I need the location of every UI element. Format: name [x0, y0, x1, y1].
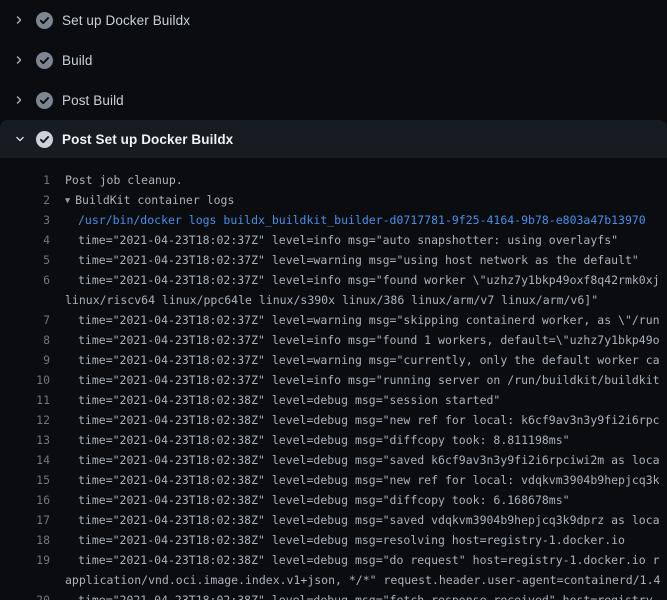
log-text: time="2021-04-23T18:02:37Z" level=warnin…	[78, 353, 660, 367]
log-text: time="2021-04-23T18:02:38Z" level=debug …	[78, 593, 660, 600]
check-circle-icon	[36, 131, 62, 148]
chevron-right-icon	[14, 54, 36, 66]
line-number	[0, 570, 50, 590]
log-text: time="2021-04-23T18:02:38Z" level=debug …	[78, 433, 570, 447]
log-command-text: /usr/bin/docker logs buildx_buildkit_bui…	[78, 213, 646, 227]
chevron-down-icon	[14, 134, 36, 144]
step-post-build[interactable]: Post Build	[0, 80, 667, 120]
line-number[interactable]: 6	[0, 270, 50, 290]
log-row: 8 time="2021-04-23T18:02:37Z" level=info …	[0, 330, 667, 350]
line-number[interactable]: 8	[0, 330, 50, 350]
log-text: application/vnd.oci.image.index.v1+json,…	[65, 573, 660, 587]
line-number[interactable]: 1	[0, 170, 50, 190]
log-row-continuation: linux/riscv64 linux/ppc64le linux/s390x …	[0, 290, 667, 310]
log-text: BuildKit container logs	[75, 193, 234, 207]
line-number[interactable]: 2	[0, 190, 50, 210]
log-text: time="2021-04-23T18:02:37Z" level=info m…	[78, 333, 660, 347]
line-number[interactable]: 20	[0, 590, 50, 600]
log-text: time="2021-04-23T18:02:38Z" level=debug …	[78, 413, 660, 427]
log-text: time="2021-04-23T18:02:38Z" level=debug …	[78, 493, 570, 507]
log-row: 3/usr/bin/docker logs buildx_buildkit_bu…	[0, 210, 667, 230]
step-label: Build	[62, 53, 93, 68]
log-row: 7 time="2021-04-23T18:02:37Z" level=warni…	[0, 310, 667, 330]
actions-log-viewer: Set up Docker Buildx Build Post Build Po…	[0, 0, 667, 600]
log-text: time="2021-04-23T18:02:37Z" level=info m…	[78, 373, 660, 387]
log-text: time="2021-04-23T18:02:38Z" level=debug …	[78, 453, 660, 467]
log-text: linux/riscv64 linux/ppc64le linux/s390x …	[65, 293, 598, 307]
log-text: time="2021-04-23T18:02:37Z" level=info m…	[78, 273, 660, 287]
step-label: Post Build	[62, 93, 124, 108]
step-label: Set up Docker Buildx	[62, 13, 190, 28]
log-row-continuation: application/vnd.oci.image.index.v1+json,…	[0, 570, 667, 590]
triangle-down-icon: ▼	[65, 191, 70, 210]
log-area: 1 Post job cleanup. 2 ▼ BuildKit container l…	[0, 158, 667, 600]
log-row: 14 time="2021-04-23T18:02:38Z" level=debu…	[0, 450, 667, 470]
log-row: 15 time="2021-04-23T18:02:38Z" level=debu…	[0, 470, 667, 490]
line-number[interactable]: 3	[0, 210, 50, 230]
log-row: 11 time="2021-04-23T18:02:38Z" level=debu…	[0, 390, 667, 410]
log-text: time="2021-04-23T18:02:37Z" level=warnin…	[78, 313, 660, 327]
line-number[interactable]: 11	[0, 390, 50, 410]
line-number[interactable]: 13	[0, 430, 50, 450]
line-number[interactable]: 4	[0, 230, 50, 250]
log-row: 13 time="2021-04-23T18:02:38Z" level=debu…	[0, 430, 667, 450]
log-row: 5 time="2021-04-23T18:02:37Z" level=warni…	[0, 250, 667, 270]
log-text: time="2021-04-23T18:02:37Z" level=info m…	[78, 233, 618, 247]
log-row: 17 time="2021-04-23T18:02:38Z" level=debu…	[0, 510, 667, 530]
line-number[interactable]: 17	[0, 510, 50, 530]
check-circle-icon	[36, 92, 62, 109]
step-set-up-docker-buildx[interactable]: Set up Docker Buildx	[0, 0, 667, 40]
log-text: time="2021-04-23T18:02:38Z" level=debug …	[78, 513, 660, 527]
log-text: time="2021-04-23T18:02:38Z" level=debug …	[78, 393, 500, 407]
log-text: time="2021-04-23T18:02:37Z" level=warnin…	[78, 253, 639, 267]
line-number	[0, 290, 50, 310]
log-row: 4 time="2021-04-23T18:02:37Z" level=info …	[0, 230, 667, 250]
check-circle-icon	[36, 52, 62, 69]
line-number[interactable]: 15	[0, 470, 50, 490]
log-row: 19 time="2021-04-23T18:02:38Z" level=debu…	[0, 550, 667, 570]
chevron-right-icon	[14, 94, 36, 106]
line-number[interactable]: 12	[0, 410, 50, 430]
log-row: 10 time="2021-04-23T18:02:37Z" level=info…	[0, 370, 667, 390]
log-row: 12 time="2021-04-23T18:02:38Z" level=debu…	[0, 410, 667, 430]
log-row: 9 time="2021-04-23T18:02:37Z" level=warni…	[0, 350, 667, 370]
log-text: time="2021-04-23T18:02:38Z" level=debug …	[78, 533, 625, 547]
log-text: time="2021-04-23T18:02:38Z" level=debug …	[78, 553, 660, 567]
step-build[interactable]: Build	[0, 40, 667, 80]
check-circle-icon	[36, 12, 62, 29]
line-number[interactable]: 10	[0, 370, 50, 390]
chevron-right-icon	[14, 14, 36, 26]
line-number[interactable]: 19	[0, 550, 50, 570]
log-row: 20 time="2021-04-23T18:02:38Z" level=debu…	[0, 590, 667, 600]
line-number[interactable]: 14	[0, 450, 50, 470]
step-label: Post Set up Docker Buildx	[62, 132, 233, 147]
log-row: 6 time="2021-04-23T18:02:37Z" level=info …	[0, 270, 667, 290]
log-row: 18 time="2021-04-23T18:02:38Z" level=debu…	[0, 530, 667, 550]
log-text: time="2021-04-23T18:02:38Z" level=debug …	[78, 473, 660, 487]
log-text: Post job cleanup.	[65, 173, 183, 187]
log-row: 16 time="2021-04-23T18:02:38Z" level=debu…	[0, 490, 667, 510]
line-number[interactable]: 18	[0, 530, 50, 550]
line-number[interactable]: 9	[0, 350, 50, 370]
log-group-row[interactable]: 2 ▼ BuildKit container logs	[0, 190, 667, 210]
line-number[interactable]: 5	[0, 250, 50, 270]
log-row: 1 Post job cleanup.	[0, 170, 667, 190]
line-number[interactable]: 16	[0, 490, 50, 510]
step-post-set-up-docker-buildx[interactable]: Post Set up Docker Buildx	[0, 120, 667, 158]
line-number[interactable]: 7	[0, 310, 50, 330]
